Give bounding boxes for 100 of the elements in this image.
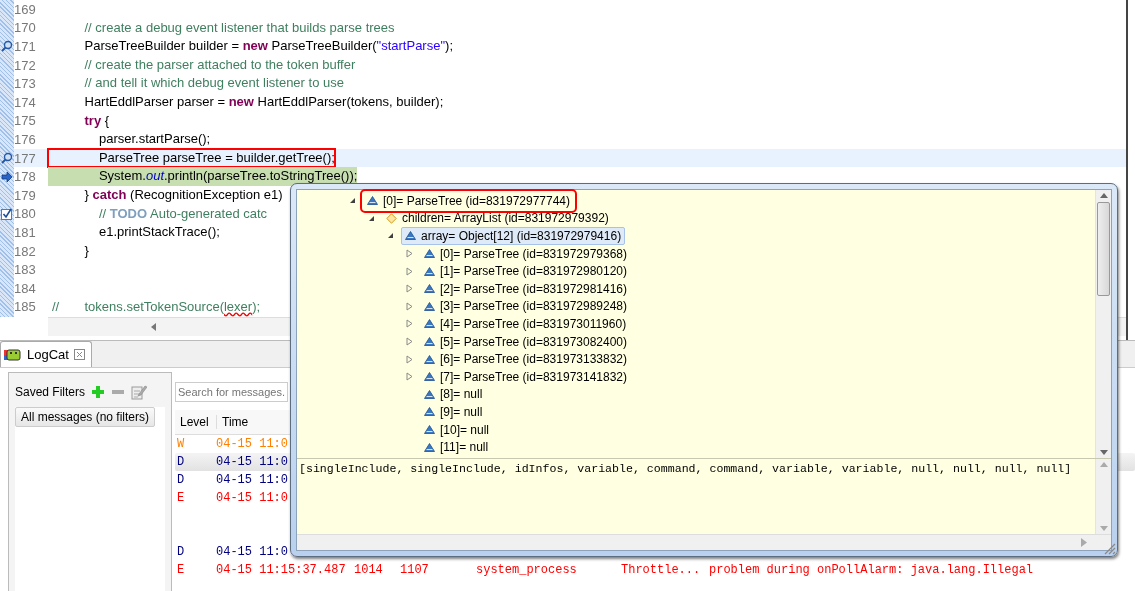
code-line: try {	[83, 111, 110, 130]
expand-icon[interactable]	[406, 301, 413, 311]
table-cell: problem during onPollAlarm: java.lang.Illegal	[709, 563, 1034, 577]
table-cell-text: E	[176, 563, 186, 577]
triangle-icon	[424, 442, 435, 452]
tree-node[interactable]: [0]= ParseTree (id=831972979368)	[420, 244, 632, 263]
line-number: 177	[14, 150, 37, 166]
collapse-icon[interactable]	[368, 214, 375, 222]
tree-node[interactable]: [10]= null	[420, 420, 494, 439]
tree-node[interactable]: [2]= ParseTree (id=831972981416)	[420, 279, 632, 298]
code-line: parser.startParse();	[97, 130, 211, 149]
table-cell-text: D	[176, 473, 186, 487]
table-cell: 04-15 11:0	[216, 491, 288, 505]
table-cell-text: 1014	[354, 563, 384, 577]
code-line: // create the parser attached to the token buffer	[83, 55, 356, 74]
resize-grip-icon[interactable]	[1102, 541, 1116, 555]
logcat-tab[interactable]: LogCat	[0, 341, 92, 367]
tree-node[interactable]: [6]= ParseTree (id=831973133832)	[420, 350, 632, 369]
checkbox-icon	[1, 207, 13, 220]
code-line: e1.printStackTrace();	[97, 223, 220, 242]
collapse-icon[interactable]	[387, 232, 394, 240]
table-cell-text: W	[176, 437, 186, 451]
line-number: 169	[14, 1, 37, 17]
table-cell: 04-15 11:0	[216, 455, 288, 469]
triangle-icon	[424, 301, 435, 311]
triangle-icon	[424, 319, 435, 329]
code-line: }	[83, 241, 89, 260]
expand-icon[interactable]	[406, 354, 413, 364]
triangle-icon	[424, 407, 435, 417]
triangle-icon	[424, 372, 435, 382]
plus-icon[interactable]	[91, 385, 106, 399]
search-field[interactable]: Search for messages.	[175, 382, 288, 402]
line-number: 184	[14, 280, 37, 296]
scroll-up-icon[interactable]	[1099, 193, 1108, 198]
triangle-icon	[424, 389, 435, 399]
line-number: 172	[14, 57, 37, 73]
code-line: // TODO Auto-generated catc	[97, 204, 268, 223]
tree-node[interactable]: [5]= ParseTree (id=831973082400)	[420, 332, 632, 351]
scroll-right-icon[interactable]	[1081, 538, 1087, 547]
expand-icon[interactable]	[406, 337, 413, 347]
triangle-icon	[424, 354, 435, 364]
line-number: 185	[14, 299, 37, 315]
triangle-icon	[367, 196, 378, 206]
table-cell: 04-15 11:0	[216, 545, 288, 559]
collapse-icon[interactable]	[349, 197, 356, 205]
code-line: } catch (RecognitionException e1)	[83, 185, 283, 204]
column-header[interactable]: Level	[175, 415, 217, 429]
code-line: // tokens.setTokenSource(lexer);	[51, 297, 261, 316]
code-line: // create a debug event listener that builds parse trees	[83, 18, 395, 37]
logcat-icon	[4, 348, 22, 361]
edit-icon[interactable]	[131, 384, 148, 400]
close-icon[interactable]	[73, 349, 85, 360]
line-number: 174	[14, 94, 37, 110]
line-number: 173	[14, 76, 37, 92]
expand-icon[interactable]	[406, 372, 413, 382]
expand-icon[interactable]	[406, 319, 413, 329]
diamond-icon	[386, 212, 397, 224]
code-line: ParseTree parseTree = builder.getTree();	[48, 148, 335, 168]
column-header[interactable]: Time	[217, 415, 249, 429]
table-cell-text: D	[176, 545, 186, 559]
tree-node[interactable]: [1]= ParseTree (id=831972980120)	[420, 262, 632, 281]
panel-title: Saved Filters	[15, 385, 86, 399]
triangle-icon	[424, 266, 435, 276]
expand-icon[interactable]	[406, 249, 413, 259]
triangle-icon	[424, 284, 435, 294]
horizontal-scrollbar[interactable]	[297, 534, 1111, 550]
tree-node[interactable]: [11]= null	[420, 438, 493, 457]
tree-node[interactable]: [8]= null	[420, 385, 487, 404]
tree-node[interactable]: [9]= null	[420, 402, 487, 421]
magnifier-icon	[1, 40, 13, 53]
scroll-thumb[interactable]	[1097, 202, 1110, 296]
table-cell: 04-15 11:0	[216, 473, 288, 487]
line-number: 176	[14, 131, 37, 147]
tree-node[interactable]: children= ArrayList (id=831972979392)	[382, 209, 613, 228]
code-line: ParseTreeBuilder builder = new ParseTreeBuilder("startParse");	[83, 37, 453, 56]
tree-node[interactable]: [3]= ParseTree (id=831972989248)	[420, 297, 632, 316]
scroll-down-icon[interactable]	[1099, 450, 1108, 455]
triangle-icon	[424, 249, 435, 259]
code-line: // and tell it which debug event listener to use	[83, 74, 344, 93]
detail-text: [singleInclude, singleInclude, idInfos, variable, command, command, variable, variable, null, null, null, null]	[298, 461, 1073, 477]
expand-icon[interactable]	[406, 266, 413, 276]
line-number: 178	[14, 169, 37, 185]
line-number: 175	[14, 113, 37, 129]
table-cell-text: D	[176, 455, 186, 469]
tree-node[interactable]: [7]= ParseTree (id=831973141832)	[420, 367, 632, 386]
tree-node[interactable]: array= Object[12] (id=831972979416)	[401, 227, 626, 245]
table-cell-text: E	[176, 491, 186, 505]
table-cell-text: 04-15 11:15:37.487	[216, 563, 347, 577]
line-number: 171	[14, 39, 37, 54]
expand-icon[interactable]	[406, 284, 413, 294]
code-line: HartEddlParser parser = new HartEddlParser(tokens, builder);	[83, 92, 444, 111]
tree-node[interactable]: [0]= ParseTree (id=831972977744)	[363, 191, 575, 210]
triangle-icon	[405, 231, 416, 241]
tree-node[interactable]: [4]= ParseTree (id=831973011960)	[420, 314, 631, 333]
magnifier-icon	[1, 152, 13, 165]
table-cell: 04-15 11:0	[216, 437, 288, 451]
table-cell-text: Throttle...	[621, 563, 702, 577]
line-number: 180	[14, 206, 37, 222]
vertical-scrollbar[interactable]	[1095, 190, 1111, 458]
filter-item[interactable]: All messages (no filters)	[15, 407, 156, 427]
